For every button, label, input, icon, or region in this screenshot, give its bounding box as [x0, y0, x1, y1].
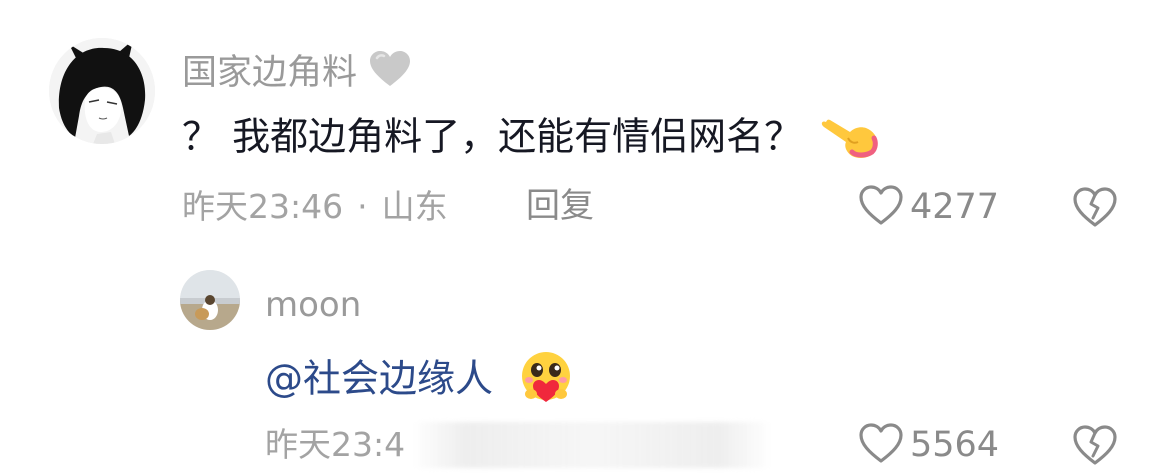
reply-item: moon @社会边缘人 昨天23:4 5564 [0, 250, 1176, 474]
like-count: 5564 [910, 424, 1000, 465]
comment-meta: 昨天23:4 [265, 428, 405, 461]
blurred-overlay [412, 422, 772, 468]
grey-heart-icon [368, 50, 412, 95]
comment-text: @社会边缘人 [265, 350, 577, 412]
dislike-button[interactable] [1072, 186, 1118, 232]
username[interactable]: moon [265, 288, 361, 322]
timestamp: 昨天23:4 [265, 425, 406, 464]
broken-heart-icon [1072, 187, 1118, 232]
reply-button[interactable]: 回复 [526, 189, 594, 223]
pointing-hand-emoji [818, 112, 880, 166]
timestamp: 昨天23:46 [182, 187, 344, 226]
location: 山东 [381, 187, 448, 226]
avatar[interactable] [180, 270, 240, 330]
meta-separator: · [357, 187, 368, 226]
comment-meta: 昨天23:46 · 山东 [182, 190, 448, 223]
comment-item: 国家边角料 ？ 我都边角料了，还能有情侣网名？ 昨天23:46 · 山东 回复 [0, 0, 1176, 250]
username[interactable]: 国家边角料 [182, 50, 412, 95]
comment-text: ？ 我都边角料了，还能有情侣网名？ [182, 112, 880, 166]
like-count: 4277 [910, 186, 1000, 227]
like-button[interactable]: 5564 [858, 422, 999, 468]
heart-hug-emoji [515, 350, 577, 412]
broken-heart-icon [1072, 425, 1118, 470]
heart-outline-icon [858, 422, 904, 468]
avatar[interactable] [49, 38, 155, 144]
like-button[interactable]: 4277 [858, 184, 999, 230]
heart-outline-icon [858, 184, 904, 230]
mention-link[interactable]: @社会边缘人 [265, 357, 493, 401]
dislike-button[interactable] [1072, 424, 1118, 470]
